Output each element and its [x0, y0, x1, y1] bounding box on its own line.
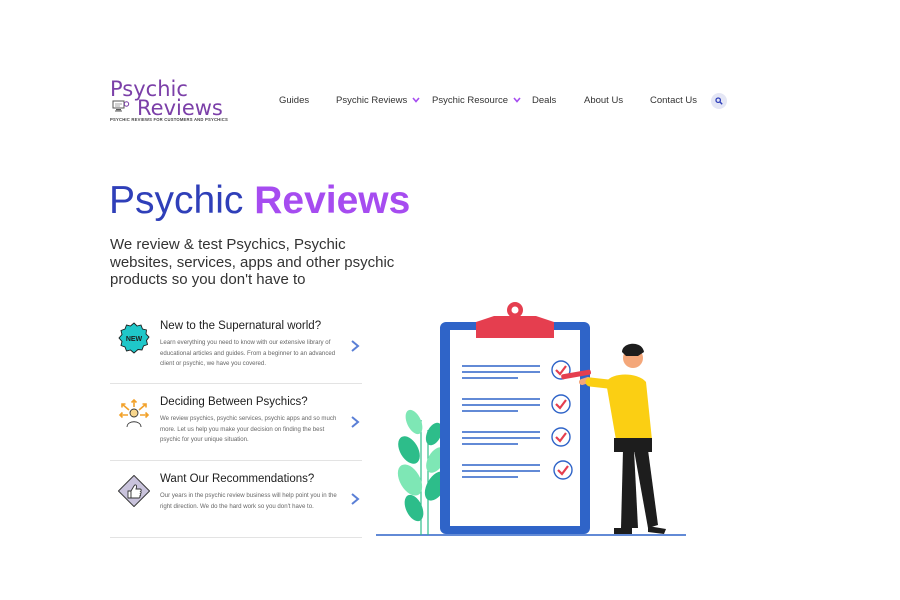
feature-title: New to the Supernatural world?: [160, 320, 322, 332]
chevron-down-icon: [513, 97, 521, 104]
nav-deals[interactable]: Deals: [532, 95, 556, 109]
feature-deciding-between-psychics[interactable]: Deciding Between Psychics? We review psy…: [110, 396, 362, 461]
search-button[interactable]: [711, 93, 727, 109]
feature-title: Deciding Between Psychics?: [160, 396, 308, 408]
clipboard-illustration: [440, 302, 590, 534]
hero-title-part1: Psychic: [109, 179, 244, 222]
thumbs-up-icon: [118, 475, 150, 507]
computer-monitor-icon: [112, 100, 130, 112]
nav-label: Guides: [279, 95, 310, 106]
nav-about-us[interactable]: About Us: [584, 95, 623, 109]
nav-label: About Us: [584, 95, 624, 106]
nav-label: Deals: [532, 95, 557, 106]
checklist-illustration: [376, 302, 686, 536]
chevron-right-icon: [351, 416, 360, 428]
nav-guides[interactable]: Guides: [279, 95, 309, 109]
chevron-right-icon: [351, 493, 360, 505]
hero-subtitle: We review & test Psychics, Psychic websi…: [110, 236, 395, 288]
feature-description: Learn everything you need to know with o…: [160, 339, 336, 367]
chevron-right-icon: [351, 340, 360, 352]
search-icon: [715, 97, 723, 105]
hero-title: Psychic Reviews: [109, 178, 410, 224]
hero-title-part2: Reviews: [254, 179, 411, 222]
feature-want-recommendations[interactable]: Want Our Recommendations? Our years in t…: [110, 473, 362, 538]
feature-description: Our years in the psychic review business…: [160, 492, 337, 510]
nav-psychic-resource[interactable]: Psychic Resource: [432, 95, 521, 109]
nav-psychic-reviews[interactable]: Psychic Reviews: [336, 95, 420, 109]
chevron-down-icon: [412, 97, 420, 104]
logo-tagline: PSYCHIC REVIEWS FOR CUSTOMERS AND PSYCHI…: [110, 117, 228, 122]
decision-person-icon: [118, 398, 150, 428]
nav-label: Psychic Reviews: [336, 95, 408, 106]
svg-text:NEW: NEW: [126, 336, 143, 343]
nav-label: Contact Us: [650, 95, 697, 106]
feature-title: Want Our Recommendations?: [160, 473, 315, 485]
nav-contact-us[interactable]: Contact Us: [650, 95, 697, 109]
new-badge-icon: NEW: [118, 322, 150, 354]
feature-description: We review psychics, psychic services, ps…: [160, 415, 337, 443]
logo-text-line2: Reviews: [137, 96, 223, 120]
feature-new-to-supernatural[interactable]: NEW New to the Supernatural world? Learn…: [110, 320, 362, 384]
site-logo[interactable]: Psychic Reviews PSYCHIC REVIEWS FOR CUST…: [110, 78, 228, 126]
nav-label: Psychic Resource: [432, 95, 509, 106]
